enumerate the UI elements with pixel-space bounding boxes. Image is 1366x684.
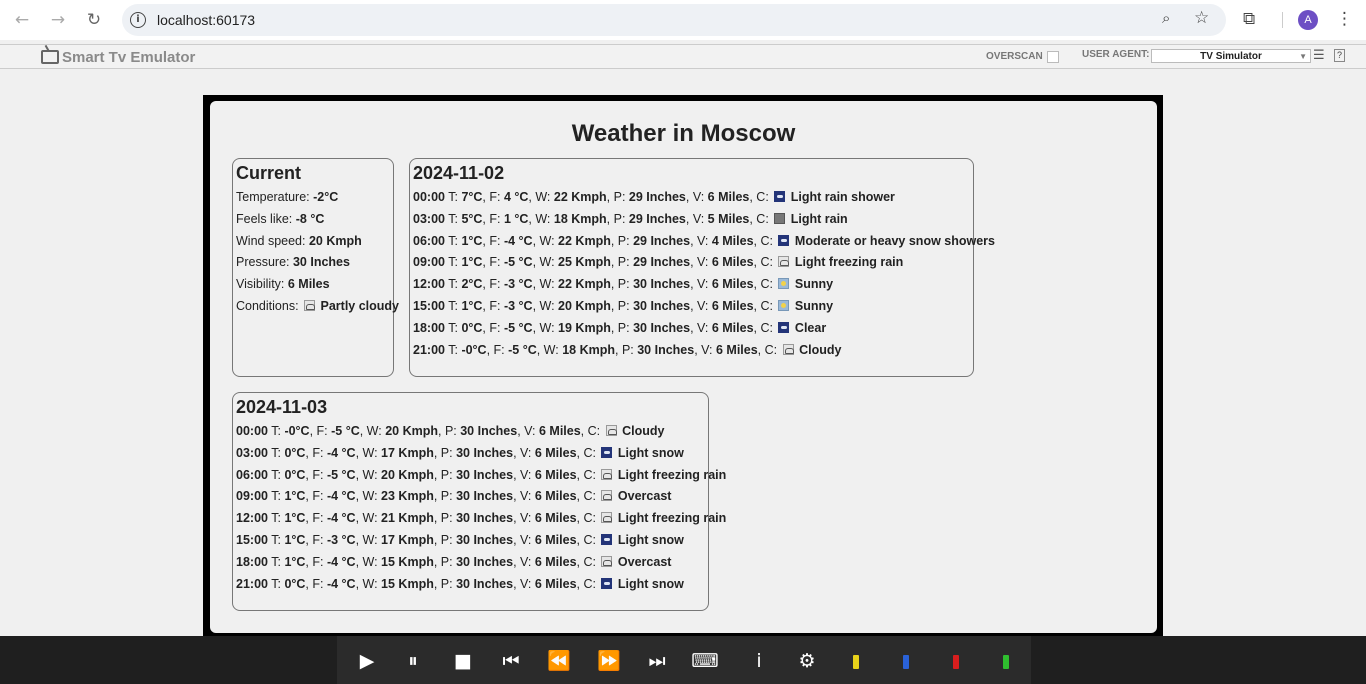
light-snow-icon	[601, 577, 613, 589]
emulator-toolbar: Smart Tv Emulator OVERSCAN USER AGENT: T…	[0, 44, 1366, 69]
forecast-hour-row: 03:00 T: 5°C, F: 1 °C, W: 18 Kmph, P: 29…	[413, 211, 848, 226]
cloudy-icon	[782, 343, 794, 355]
forecast-hour-row: 09:00 T: 1°C, F: -5 °C, W: 25 Kmph, P: 2…	[413, 255, 904, 270]
forecast-hour-row: 00:00 T: 7°C, F: 4 °C, W: 22 Kmph, P: 29…	[413, 190, 895, 204]
light-rain-icon	[774, 212, 786, 224]
current-row: Conditions: Partly cloudy	[236, 298, 399, 313]
settings-icon[interactable]: ⚙	[793, 649, 821, 673]
color-key-button[interactable]	[953, 655, 959, 669]
page-title: Weather in Moscow	[571, 120, 796, 147]
keyboard-icon[interactable]: ⌨	[691, 649, 719, 673]
stop-icon[interactable]: ■	[449, 649, 477, 673]
current-weather-panel: Current Temperature: -2°C Feels like: -8 …	[232, 158, 399, 377]
info-icon[interactable]: i	[745, 649, 773, 673]
forecast-hour-row: 06:00 T: 0°C, F: -5 °C, W: 20 Kmph, P: 3…	[236, 467, 727, 482]
current-row: Feels like: -8 °C	[236, 211, 325, 226]
freezing-rain-icon	[601, 512, 613, 524]
play-icon[interactable]: ▶	[353, 649, 381, 673]
extensions-icon[interactable]: ⧉	[1243, 9, 1255, 29]
forecast-hour-row: 03:00 T: 0°C, F: -4 °C, W: 17 Kmph, P: 3…	[236, 445, 684, 460]
cloudy-icon	[605, 425, 617, 436]
color-key-button[interactable]	[853, 655, 859, 669]
user-agent-value: TV Simulator	[1200, 51, 1262, 62]
light-snow-icon	[601, 446, 613, 458]
tv-screen: Weather in Moscow Current Temperature: -…	[210, 101, 1157, 633]
partly-cloudy-icon	[304, 299, 316, 311]
address-bar[interactable]: i localhost:60173 ⌕ ☆	[122, 4, 1226, 36]
forecast-hour-row: 12:00 T: 2°C, F: -3 °C, W: 22 Kmph, P: 3…	[413, 277, 834, 292]
sunny-icon	[778, 299, 790, 311]
forecast-hour-row: 00:00 T: -0°C, F: -5 °C, W: 20 Kmph, P: …	[236, 424, 665, 438]
forecast-hour-row: 18:00 T: 0°C, F: -5 °C, W: 19 Kmph, P: 3…	[413, 320, 827, 335]
tv-logo-icon	[41, 50, 59, 64]
browser-toolbar: ← → ↻ i localhost:60173 ⌕ ☆ ⧉ A ⋮	[0, 0, 1366, 40]
color-key-button[interactable]	[903, 655, 909, 669]
forecast-hour-row: 12:00 T: 1°C, F: -4 °C, W: 21 Kmph, P: 3…	[236, 511, 727, 526]
skip-back-icon[interactable]: ⏮	[497, 649, 525, 673]
site-info-icon[interactable]: i	[130, 12, 146, 28]
sunny-icon	[778, 278, 790, 290]
freezing-rain-icon	[778, 256, 790, 268]
freezing-rain-icon	[601, 468, 613, 480]
overcast-icon	[601, 555, 613, 567]
color-key-button[interactable]	[1003, 655, 1009, 669]
bookmark-star-icon[interactable]: ☆	[1194, 8, 1209, 28]
zoom-icon[interactable]: ⌕	[1162, 9, 1170, 27]
help-button[interactable]: ?	[1334, 49, 1345, 62]
toolbar-divider	[1282, 12, 1283, 28]
tv-frame: Weather in Moscow Current Temperature: -…	[203, 95, 1163, 636]
light-snow-icon	[601, 533, 613, 545]
forward-arrow-icon[interactable]: →	[46, 9, 70, 31]
forecast-day-panel: 2024-11-02 00:00 T: 7°C, F: 4 °C, W: 22 …	[409, 158, 995, 377]
current-row: Wind speed: 20 Kmph	[236, 233, 362, 248]
forecast-hour-row: 09:00 T: 1°C, F: -4 °C, W: 23 Kmph, P: 3…	[236, 489, 672, 504]
forecast-hour-row: 18:00 T: 1°C, F: -4 °C, W: 15 Kmph, P: 3…	[236, 554, 672, 569]
forecast-date: 2024-11-03	[236, 397, 328, 417]
reload-icon[interactable]: ↻	[82, 9, 106, 31]
heavy-snow-icon	[778, 234, 790, 246]
user-agent-select[interactable]: TV Simulator ▼	[1151, 49, 1311, 63]
clear-night-icon	[778, 321, 790, 333]
rewind-icon[interactable]: ⏪	[545, 649, 573, 673]
profile-avatar[interactable]: A	[1298, 10, 1318, 30]
current-row: Pressure: 30 Inches	[236, 255, 350, 270]
remote-buttons: ▶ ⏸ ■ ⏮ ⏪ ⏩ ⏭ ⌨ i ⚙	[337, 636, 1031, 684]
current-row: Visibility: 6 Miles	[236, 277, 330, 292]
current-row: Temperature: -2°C	[236, 190, 339, 204]
back-arrow-icon[interactable]: ←	[10, 9, 34, 31]
forecast-hour-row: 15:00 T: 1°C, F: -3 °C, W: 20 Kmph, P: 3…	[413, 298, 834, 313]
pause-icon[interactable]: ⏸	[399, 649, 427, 673]
overcast-icon	[601, 490, 613, 502]
skip-forward-icon[interactable]: ⏭	[643, 649, 671, 673]
fast-forward-icon[interactable]: ⏩	[595, 649, 623, 673]
forecast-hour-row: 21:00 T: -0°C, F: -5 °C, W: 18 Kmph, P: …	[413, 342, 842, 357]
current-heading: Current	[236, 163, 302, 183]
chevron-down-icon: ▼	[1299, 52, 1307, 61]
emulator-title: Smart Tv Emulator	[62, 49, 196, 66]
forecast-hour-row: 15:00 T: 1°C, F: -3 °C, W: 17 Kmph, P: 3…	[236, 532, 684, 547]
light-rain-shower-icon	[774, 191, 786, 202]
user-agent-label: USER AGENT:	[1082, 49, 1150, 60]
forecast-hour-row: 06:00 T: 1°C, F: -4 °C, W: 22 Kmph, P: 2…	[413, 233, 995, 248]
overscan-label: OVERSCAN	[986, 51, 1043, 62]
forecast-hour-row: 21:00 T: 0°C, F: -4 °C, W: 15 Kmph, P: 3…	[236, 576, 684, 591]
forecast-day-panel: 2024-11-03 00:00 T: -0°C, F: -5 °C, W: 2…	[232, 392, 727, 611]
overscan-checkbox[interactable]	[1047, 51, 1059, 63]
more-menu-icon[interactable]: ⋮	[1336, 9, 1353, 29]
url-text[interactable]: localhost:60173	[157, 12, 255, 28]
remote-control-bar: ▶ ⏸ ■ ⏮ ⏪ ⏩ ⏭ ⌨ i ⚙	[0, 636, 1366, 684]
forecast-date: 2024-11-02	[413, 163, 505, 183]
hamburger-menu-icon[interactable]: ☰	[1313, 48, 1325, 63]
